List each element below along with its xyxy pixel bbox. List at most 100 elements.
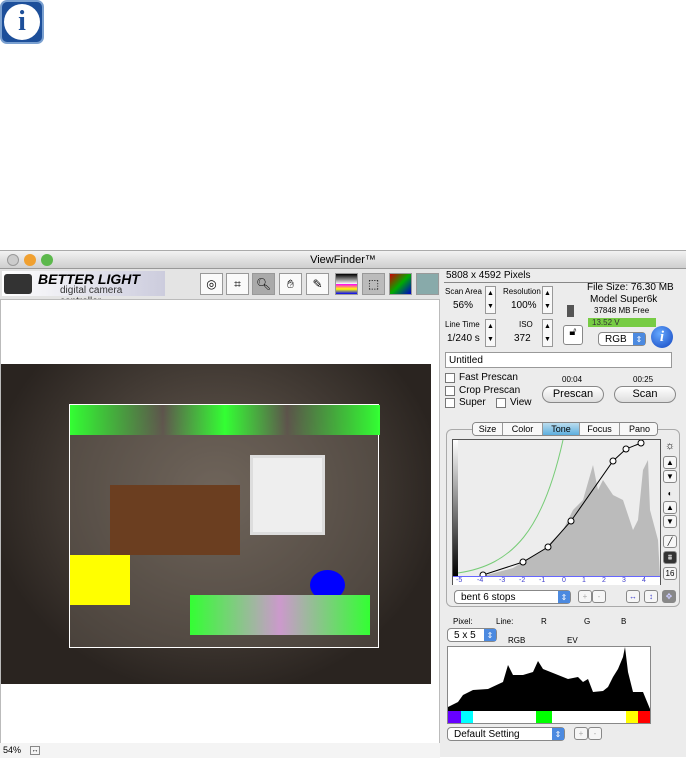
close-button[interactable] — [7, 254, 19, 266]
crop-prescan-label: Crop Prescan — [459, 385, 521, 396]
tone-preset-select[interactable]: bent 6 stops ⇕ — [454, 590, 571, 604]
camera-model: Model Super6k — [590, 294, 658, 305]
tab-pano[interactable]: Pano — [620, 423, 657, 435]
vertical-arrows-button[interactable]: ↕ — [644, 590, 658, 603]
image-preview[interactable] — [0, 299, 440, 744]
remove-preset-button[interactable]: - — [592, 590, 606, 603]
crop-tool-button[interactable]: ⌗ — [226, 273, 249, 295]
pixel-label: Pixel: — [453, 617, 473, 626]
super-label: Super — [459, 397, 486, 408]
info-icon: i — [0, 0, 44, 44]
scan-area-value: 56% — [453, 300, 474, 311]
brightness-up-button[interactable]: ▲ — [663, 456, 677, 469]
line-time-value: 1/240 s — [447, 333, 480, 344]
ev-tick: -5 — [456, 577, 463, 584]
brightness-down-button[interactable]: ▼ — [663, 470, 677, 483]
status-bar: 54% ↔ — [0, 743, 440, 758]
measure-tool-button[interactable]: ✎ — [306, 273, 329, 295]
control-panel: 5808 x 4592 Pixels Scan Area 56% ▲ ▼ Reso… — [441, 269, 686, 758]
line-label: Line: — [496, 617, 514, 626]
tone-preset-value: bent 6 stops — [461, 592, 516, 603]
tone-curve-graph[interactable]: -5 -4 -3 -2 -1 0 1 2 3 4 — [452, 439, 661, 585]
resolution-value: 100% — [511, 300, 537, 311]
prescan-time: 00:04 — [562, 375, 583, 384]
info-button[interactable]: i — [651, 326, 673, 348]
curve-pen-button[interactable]: ╱ — [663, 535, 677, 548]
add-setting-button[interactable]: + — [574, 727, 588, 740]
zoom-level: 54% — [3, 745, 22, 755]
scan-time: 00:25 — [633, 375, 654, 384]
setting-value: Default Setting — [454, 729, 520, 740]
tone-curve-svg — [457, 440, 660, 576]
tab-size[interactable]: Size — [473, 423, 503, 435]
contrast-down-button[interactable]: ▼ — [663, 515, 677, 528]
ev-label: EV — [567, 636, 578, 645]
camera-icon — [4, 274, 32, 294]
sample-size-select[interactable]: 5 x 5 ⇕ — [447, 628, 497, 642]
move-all-button[interactable]: ✥ — [662, 590, 676, 603]
frame-view-button[interactable]: ⬚ — [362, 273, 385, 295]
target-tool-button[interactable]: ◎ — [200, 273, 223, 295]
r-label: R — [541, 617, 547, 626]
view-checkbox[interactable] — [496, 398, 506, 408]
prescan-button[interactable]: Prescan — [542, 386, 604, 403]
window-title: ViewFinder™ — [310, 254, 376, 266]
bit-depth-button[interactable]: 16 — [663, 567, 677, 580]
ev-axis: -5 -4 -3 -2 -1 0 1 2 3 4 — [453, 576, 660, 585]
resolution-label: Resolution — [503, 287, 541, 296]
file-size: File Size: 76.30 MB — [587, 282, 674, 293]
tab-focus[interactable]: Focus — [580, 423, 620, 435]
horizontal-arrows-button[interactable]: ↔ — [626, 590, 640, 603]
ev-tick: 1 — [582, 577, 586, 584]
tab-color[interactable]: Color — [503, 423, 543, 435]
logo: BETTER LIGHT digital camera controller — [2, 271, 165, 307]
zoom-tool-button[interactable]: 🔍︎ — [252, 273, 275, 295]
pano-view-button[interactable] — [416, 273, 439, 295]
brightness-icon: ☼ — [664, 440, 676, 452]
setting-select[interactable]: Default Setting ⇕ — [447, 727, 565, 741]
histogram — [447, 646, 651, 724]
title-bar: ViewFinder™ — [0, 251, 686, 269]
resolution-stepper[interactable]: ▲ ▼ — [542, 286, 553, 314]
iso-value: 372 — [514, 333, 531, 344]
lock-button[interactable]: 🔓︎ — [563, 325, 583, 345]
ev-tick: 2 — [602, 577, 606, 584]
color-mode-select[interactable]: RGB ⇕ — [598, 332, 646, 346]
filename-input[interactable]: Untitled — [445, 352, 672, 368]
scan-button[interactable]: Scan — [614, 386, 676, 403]
ev-tick: 0 — [562, 577, 566, 584]
contrast-icon: ◐ — [667, 489, 673, 498]
crop-rectangle[interactable] — [69, 404, 380, 648]
ev-tick: -3 — [499, 577, 506, 584]
histogram-toggle-button[interactable]: ⩩ — [663, 551, 677, 564]
voltage-bar: 13.52 V — [588, 318, 656, 327]
fast-prescan-checkbox[interactable] — [445, 373, 455, 383]
iso-stepper[interactable]: ▲ ▼ — [542, 319, 553, 347]
color-mode-value: RGB — [605, 334, 627, 345]
color-range-strip[interactable] — [448, 711, 650, 723]
ev-tick: -2 — [519, 577, 526, 584]
add-preset-button[interactable]: + — [578, 590, 592, 603]
contrast-up-button[interactable]: ▲ — [663, 501, 677, 514]
ev-tick: 3 — [622, 577, 626, 584]
tab-bar: Size Color Tone Focus Pano — [472, 422, 658, 436]
ev-tick: -4 — [477, 577, 484, 584]
minimize-button[interactable] — [24, 254, 36, 266]
scan-area-stepper[interactable]: ▲ ▼ — [485, 286, 496, 314]
remove-setting-button[interactable]: - — [588, 727, 602, 740]
line-time-stepper[interactable]: ▲ ▼ — [485, 319, 496, 347]
crop-prescan-checkbox[interactable] — [445, 386, 455, 396]
rgb-label: RGB — [508, 636, 526, 645]
scan-area-label: Scan Area — [445, 287, 482, 296]
ev-tick: -1 — [539, 577, 546, 584]
tab-tone[interactable]: Tone — [543, 423, 580, 435]
resize-arrows-icon[interactable]: ↔ — [30, 746, 40, 755]
fast-prescan-label: Fast Prescan — [459, 372, 518, 383]
super-checkbox[interactable] — [445, 398, 455, 408]
viewfinder-window: ViewFinder™ BETTER LIGHT digital camera … — [0, 250, 686, 758]
gamut-view-button[interactable] — [335, 273, 358, 295]
g-label: G — [584, 617, 591, 626]
hand-tool-button[interactable]: ✋︎ — [279, 273, 302, 295]
zoom-button[interactable] — [41, 254, 53, 266]
color-view-button[interactable] — [389, 273, 412, 295]
